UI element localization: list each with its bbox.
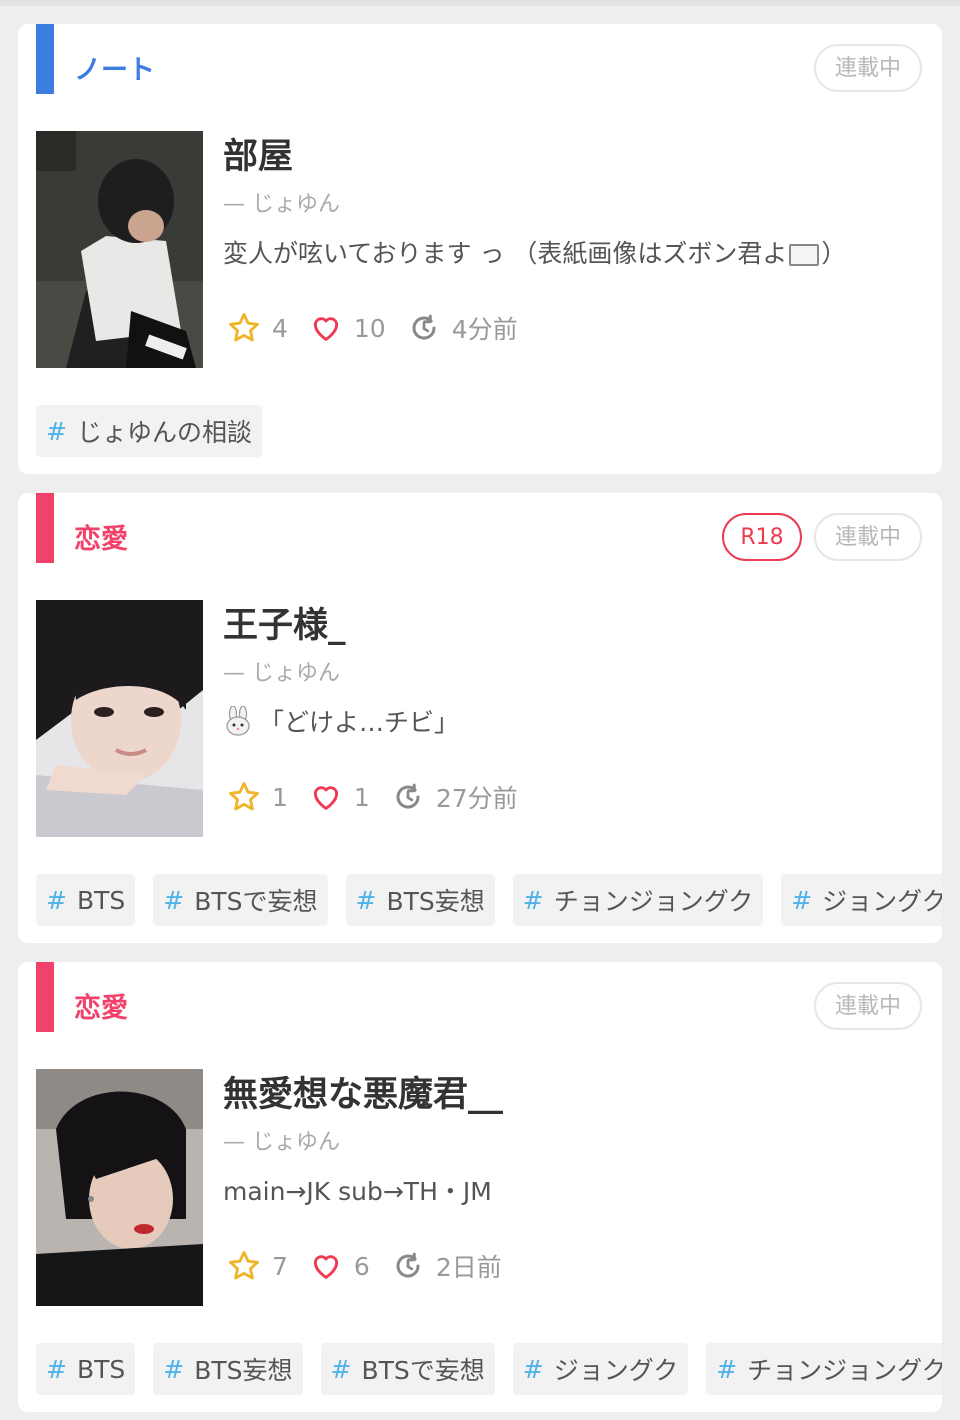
category-label: 恋愛 <box>74 993 128 1024</box>
category-bar <box>36 24 54 94</box>
heart-icon[interactable] <box>308 310 344 346</box>
category-bar <box>36 962 54 1032</box>
tag-chip[interactable]: # BTS妄想 <box>345 874 495 926</box>
heart-icon[interactable] <box>308 1248 344 1284</box>
updated-time: 27分前 <box>435 784 518 813</box>
hash-icon: # <box>716 1354 738 1384</box>
description-text: 変人が呟いております っ （表紙画像はズボン君よ <box>223 239 788 268</box>
tag-label: BTS妄想 <box>194 1356 293 1385</box>
tag-chip[interactable]: # BTSで妄想 <box>153 874 328 926</box>
updated-time: 4分前 <box>451 315 518 344</box>
like-count: 6 <box>353 1251 370 1281</box>
description-text: 「どけよ…チビ」 <box>259 708 460 737</box>
tag-chip[interactable]: # ジョングク <box>512 1343 689 1395</box>
hash-icon: # <box>46 416 67 446</box>
hash-icon: # <box>522 885 544 915</box>
tag-chip[interactable]: # チョンジョングク <box>706 1343 942 1395</box>
category-bar <box>36 493 54 563</box>
cover-image[interactable] <box>36 131 203 368</box>
story-stats: 1 1 27分前 <box>226 777 538 817</box>
update-clock-icon <box>390 779 426 815</box>
hash-icon: # <box>355 885 377 915</box>
update-clock-icon <box>406 310 442 346</box>
tag-list: # BTS # BTSで妄想 # BTS妄想 # チョンジョングク # ジョングク <box>36 874 942 926</box>
like-count: 1 <box>353 782 370 812</box>
status-badge: 連載中 <box>814 982 922 1030</box>
star-icon[interactable] <box>226 310 262 346</box>
cover-image[interactable] <box>36 1069 203 1306</box>
story-title[interactable]: 部屋 <box>223 128 293 179</box>
hash-icon: # <box>791 885 813 915</box>
tag-chip[interactable]: # BTS <box>36 874 136 926</box>
description-text-end: ） <box>821 239 847 268</box>
tag-label: BTSで妄想 <box>194 887 318 916</box>
hash-icon: # <box>163 1354 185 1384</box>
story-card[interactable]: 恋愛 連載中 無愛想な悪魔君__ — じょゆん main→JK sub→TH・J… <box>18 962 942 1412</box>
story-description: 変人が呟いております っ （表紙画像はズボン君よ ） <box>223 234 846 270</box>
top-divider <box>0 0 960 6</box>
tag-chip[interactable]: # BTS <box>36 1343 136 1395</box>
tag-chip[interactable]: # チョンジョングク <box>512 874 764 926</box>
r18-badge: R18 <box>722 513 802 561</box>
hash-icon: # <box>522 1354 544 1384</box>
bunny-face-icon <box>223 705 253 742</box>
star-count: 1 <box>272 782 288 812</box>
tag-label: チョンジョングク <box>553 887 754 916</box>
status-badge: 連載中 <box>814 44 922 92</box>
hash-icon: # <box>330 1354 352 1384</box>
tag-label: BTS <box>76 885 126 915</box>
author-name[interactable]: — じょゆん <box>223 655 340 687</box>
tag-label: ジョングク <box>553 1356 679 1385</box>
tag-chip[interactable]: # BTSで妄想 <box>320 1343 495 1395</box>
story-title[interactable]: 無愛想な悪魔君__ <box>223 1066 503 1117</box>
star-count: 4 <box>272 313 288 343</box>
story-card[interactable]: 恋愛 R18 連載中 王子様_ — じょゆん 「どけよ…チビ」 1 1 27分前… <box>18 493 942 943</box>
star-count: 7 <box>272 1251 288 1281</box>
tag-chip[interactable]: # じょゆんの相談 <box>36 405 262 457</box>
story-title[interactable]: 王子様_ <box>223 597 346 648</box>
category-label: 恋愛 <box>74 524 128 555</box>
story-stats: 4 10 4分前 <box>226 308 538 348</box>
tag-label: ジョングク <box>822 887 942 916</box>
hash-icon: # <box>46 1354 67 1384</box>
tag-list: # じょゆんの相談 <box>36 405 262 457</box>
update-clock-icon <box>390 1248 426 1284</box>
tag-label: BTSで妄想 <box>361 1356 485 1385</box>
updated-time: 2日前 <box>435 1253 502 1282</box>
star-icon[interactable] <box>226 1248 262 1284</box>
white-flag-icon <box>789 244 820 266</box>
story-stats: 7 6 2日前 <box>226 1246 522 1286</box>
author-name[interactable]: — じょゆん <box>223 1124 340 1156</box>
tag-label: BTS <box>76 1354 126 1384</box>
hash-icon: # <box>163 885 185 915</box>
hash-icon: # <box>46 885 67 915</box>
tag-chip[interactable]: # ジョングク <box>781 874 942 926</box>
tag-list: # BTS # BTS妄想 # BTSで妄想 # ジョングク # チョンジョングク <box>36 1343 942 1395</box>
cover-image[interactable] <box>36 600 203 837</box>
story-card[interactable]: ノート 連載中 部屋 — じょゆん 変人が呟いております っ （表紙画像はズボン… <box>18 24 942 474</box>
tag-label: BTS妄想 <box>386 887 485 916</box>
tag-label: じょゆんの相談 <box>76 418 252 447</box>
star-icon[interactable] <box>226 779 262 815</box>
tag-label: チョンジョングク <box>747 1356 942 1385</box>
status-badge: 連載中 <box>814 513 922 561</box>
story-description: 「どけよ…チビ」 <box>223 703 459 742</box>
like-count: 10 <box>353 313 386 343</box>
heart-icon[interactable] <box>308 779 344 815</box>
author-name[interactable]: — じょゆん <box>223 186 340 218</box>
story-description: main→JK sub→TH・JM <box>223 1177 492 1206</box>
category-label: ノート <box>74 55 155 86</box>
tag-chip[interactable]: # BTS妄想 <box>153 1343 303 1395</box>
